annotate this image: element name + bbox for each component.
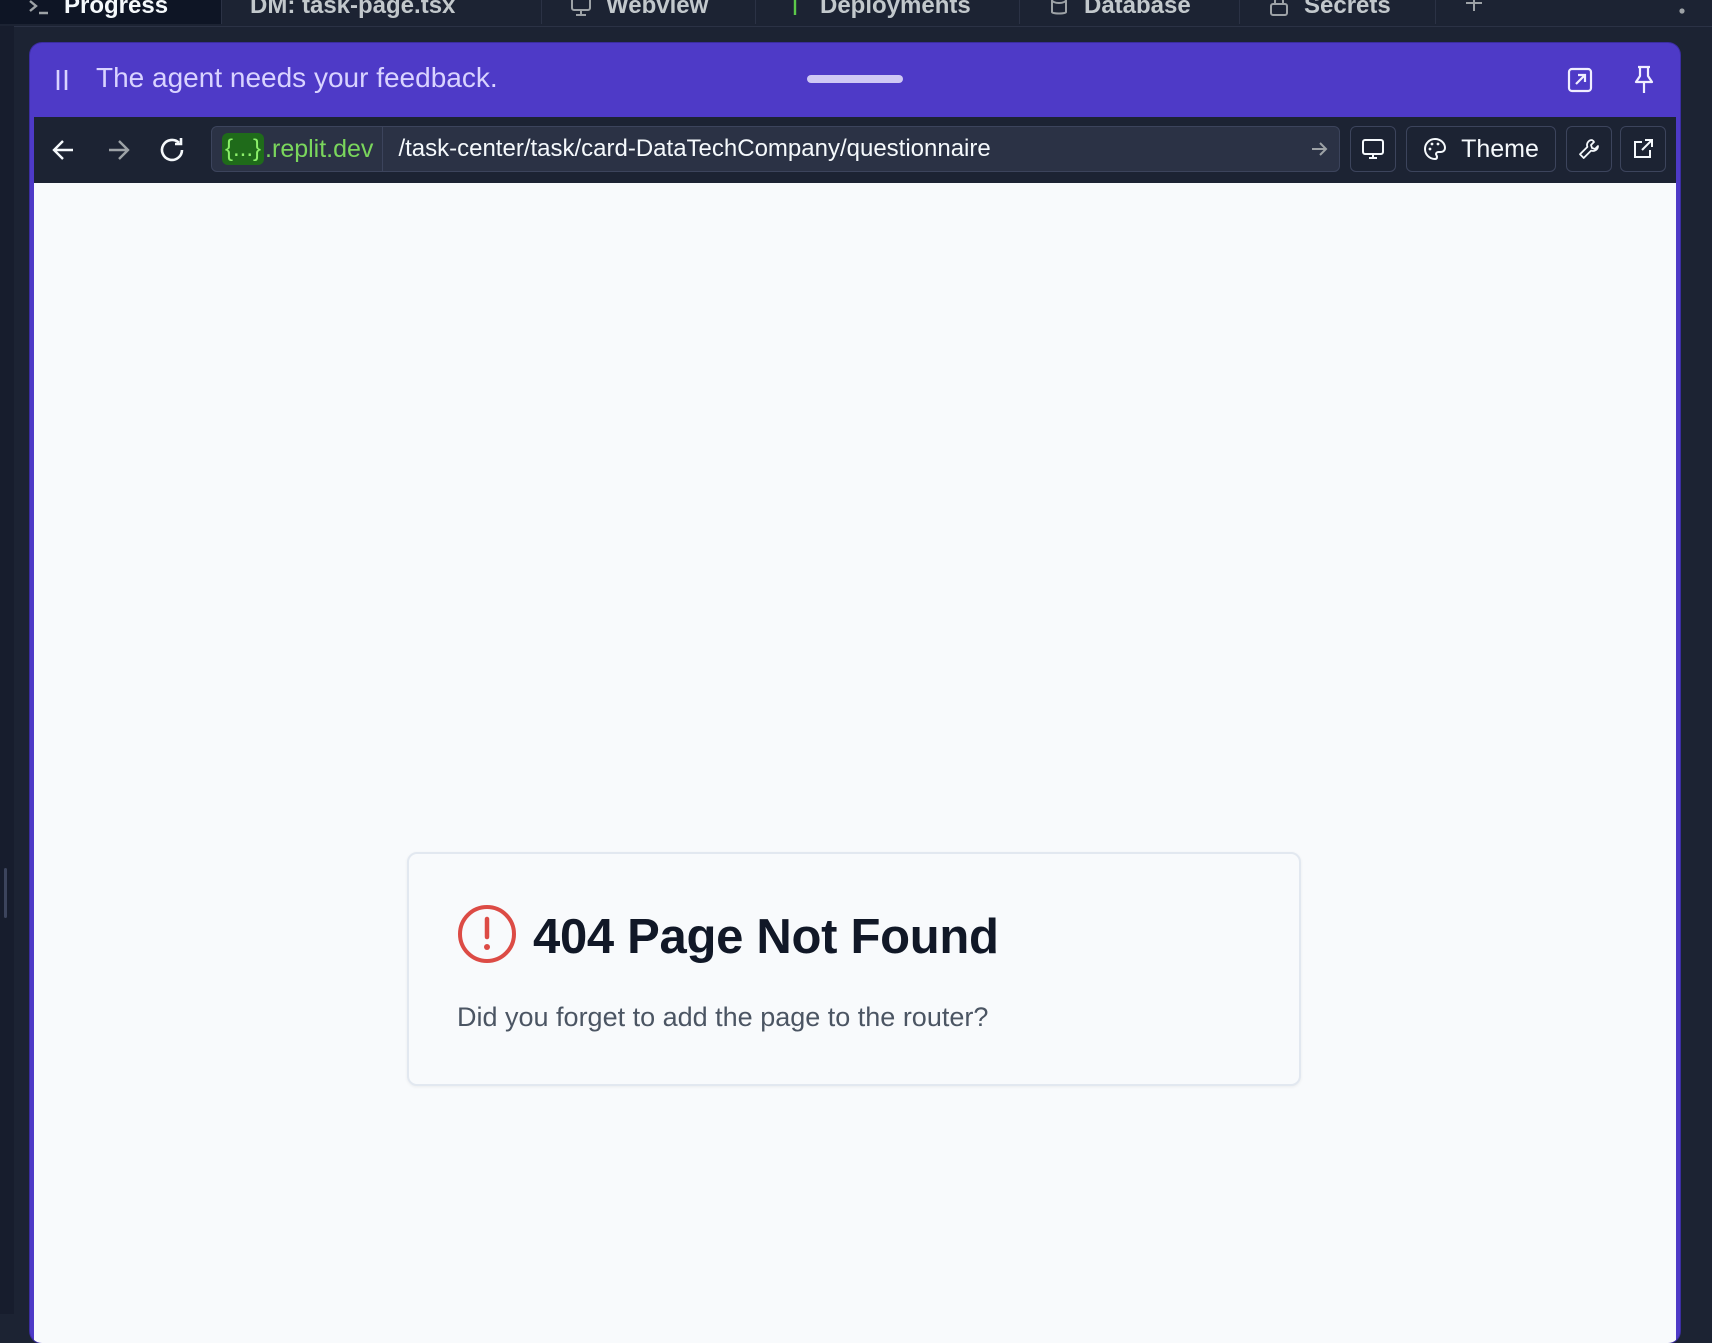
workspace-tab-bar: Progress DM: task-page.tsx Webview Deplo…: [0, 0, 1712, 27]
reload-icon: [160, 138, 184, 162]
more-vertical-icon: [1678, 0, 1686, 22]
agent-feedback-bar: The agent needs your feedback.: [30, 43, 1680, 117]
left-rail: [0, 26, 14, 1314]
url-bar[interactable]: {...} .replit.dev /task-center/task/card…: [211, 126, 1340, 172]
deploy-icon: [784, 0, 806, 17]
not-found-card: 404 Page Not Found Did you forget to add…: [407, 852, 1301, 1086]
resize-handle[interactable]: [4, 868, 7, 918]
url-path-input[interactable]: /task-center/task/card-DataTechCompany/q…: [383, 135, 1299, 163]
domain-suffix: .replit.dev: [265, 134, 374, 163]
tab-secrets[interactable]: Secrets: [1240, 0, 1436, 24]
agent-message: The agent needs your feedback.: [96, 62, 498, 93]
theme-button[interactable]: Theme: [1406, 126, 1556, 172]
database-icon: [1048, 0, 1070, 17]
domain-token: {...}: [222, 133, 265, 165]
reload-button[interactable]: [154, 132, 190, 168]
go-button[interactable]: [1299, 127, 1339, 171]
tab-database[interactable]: Database: [1020, 0, 1240, 24]
tab-label: DM: task-page.tsx: [250, 0, 456, 19]
go-arrow-icon: [1312, 142, 1328, 156]
tab-label: Secrets: [1304, 0, 1391, 19]
forward-button[interactable]: [100, 132, 136, 168]
tab-webview[interactable]: Webview: [542, 0, 756, 24]
plus-icon: [1464, 0, 1484, 20]
webview-viewport: 404 Page Not Found Did you forget to add…: [34, 183, 1676, 1343]
monitor-icon: [1362, 139, 1384, 159]
devtools-button[interactable]: [1566, 126, 1612, 172]
pin-icon: [1634, 65, 1654, 93]
lock-icon: [1268, 0, 1290, 17]
progress-icon: [28, 0, 50, 17]
webview-icon: [570, 0, 592, 17]
card-header: 404 Page Not Found: [457, 904, 999, 969]
theme-label: Theme: [1461, 134, 1539, 163]
drag-handle[interactable]: [807, 75, 903, 83]
tab-menu-button[interactable]: [1650, 0, 1710, 24]
palette-icon: [1424, 137, 1447, 161]
url-domain[interactable]: {...} .replit.dev: [212, 127, 384, 171]
pin-button[interactable]: [1627, 63, 1661, 97]
tab-file[interactable]: DM: task-page.tsx: [222, 0, 542, 24]
tab-progress[interactable]: Progress: [0, 0, 222, 24]
tab-label: Database: [1084, 0, 1191, 19]
browser-toolbar: {...} .replit.dev /task-center/task/card…: [34, 117, 1676, 183]
expand-icon: [1567, 67, 1593, 93]
webview-panel: The agent needs your feedback. {...} .re…: [30, 43, 1680, 1343]
external-link-icon: [1634, 139, 1653, 158]
tab-deployments[interactable]: Deployments: [756, 0, 1020, 24]
tab-label: Webview: [606, 0, 709, 19]
wrench-icon: [1579, 139, 1599, 159]
error-message: Did you forget to add the page to the ro…: [457, 1002, 989, 1032]
open-new-tab-button[interactable]: [1620, 126, 1666, 172]
expand-button[interactable]: [1563, 63, 1597, 97]
tab-label: Progress: [64, 0, 169, 19]
device-preview-button[interactable]: [1350, 126, 1396, 172]
tab-label: Deployments: [820, 0, 971, 19]
arrow-left-icon: [52, 140, 73, 160]
page-title: 404 Page Not Found: [533, 909, 999, 964]
new-tab-button[interactable]: [1436, 0, 1516, 24]
back-button[interactable]: [46, 132, 82, 168]
alert-circle-icon: [457, 904, 517, 969]
pause-icon[interactable]: [54, 68, 70, 92]
arrow-right-icon: [109, 140, 130, 160]
